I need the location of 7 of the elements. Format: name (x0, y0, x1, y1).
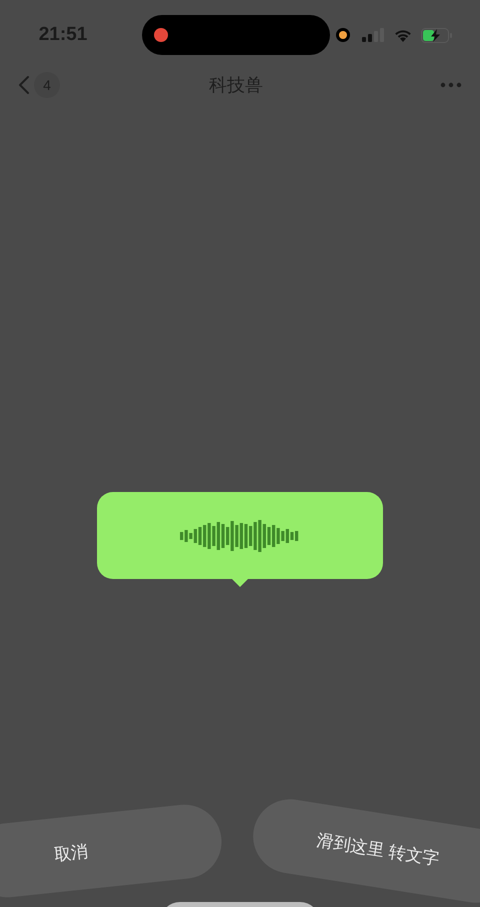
privacy-dot-icon (336, 28, 350, 42)
wifi-icon (393, 28, 413, 42)
signal-icon (362, 28, 385, 42)
back-icon[interactable] (18, 75, 30, 95)
more-icon[interactable] (440, 82, 462, 88)
battery-charging-icon (421, 28, 453, 42)
waveform-icon (180, 518, 300, 552)
